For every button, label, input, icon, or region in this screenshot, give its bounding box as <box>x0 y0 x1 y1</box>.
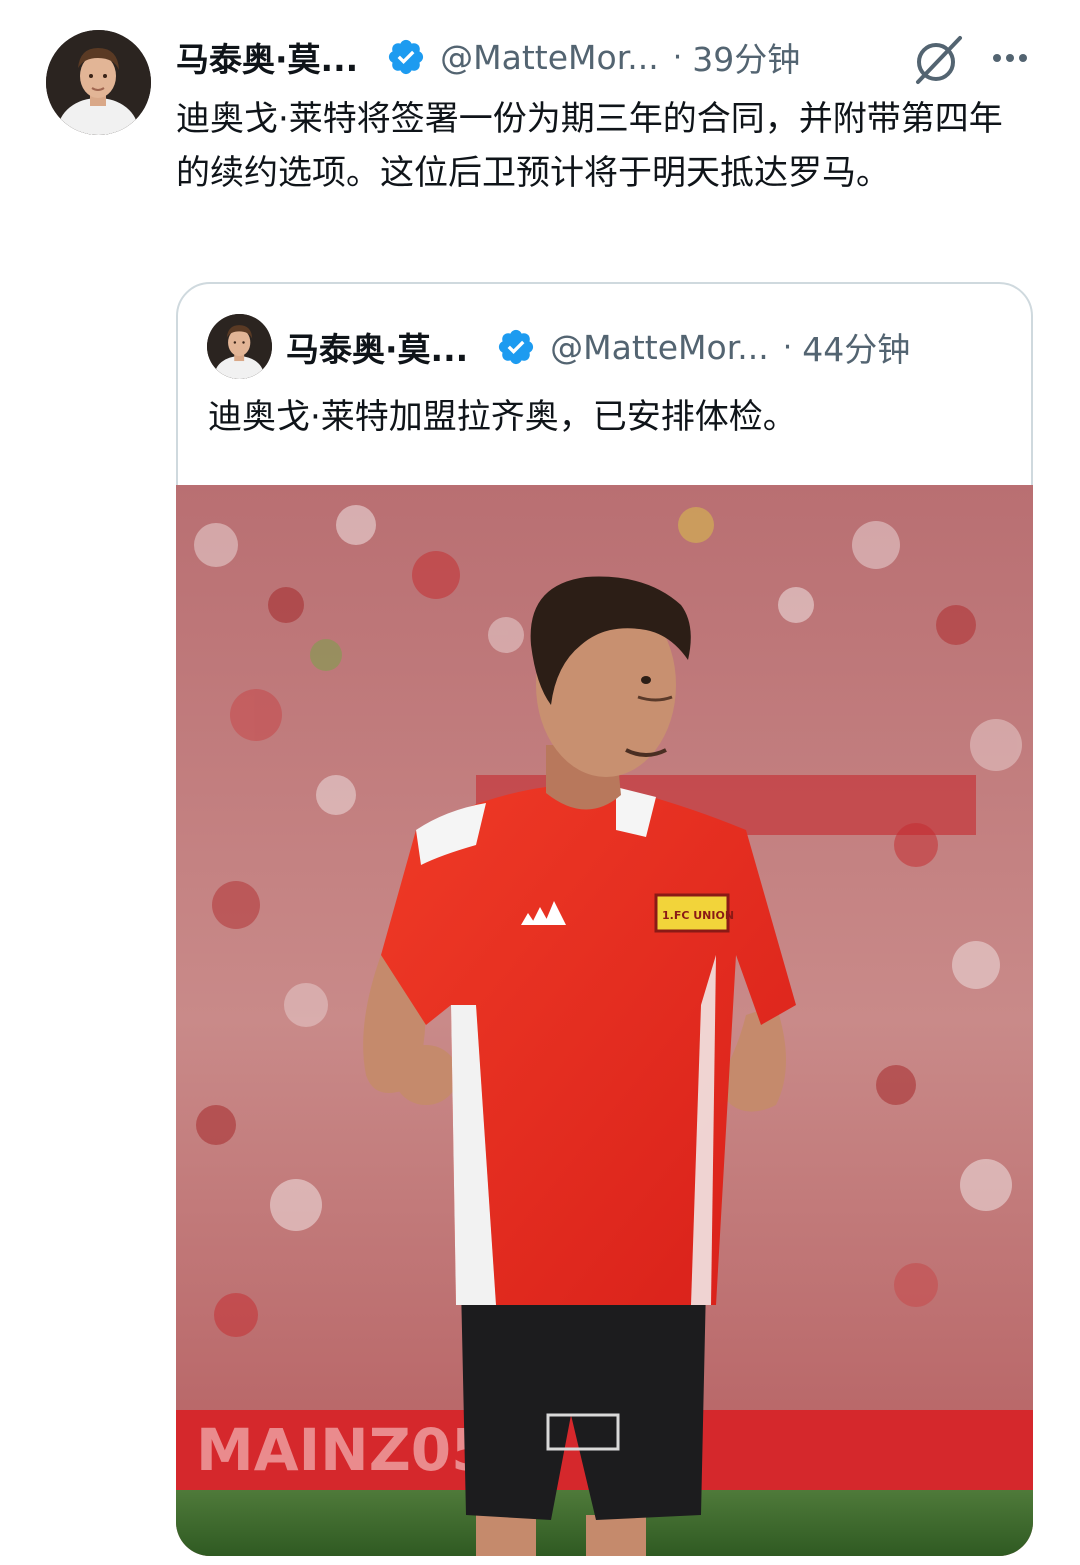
author-handle[interactable]: @MatteMor... <box>440 38 659 77</box>
tweet-text: 迪奥戈·莱特将签署一份为期三年的合同，并附带第四年的续约选项。这位后卫预计将于明… <box>176 99 1003 193</box>
quoted-tweet-header: 马泰奥·莫... @MatteMor... · 44分钟 <box>286 322 1026 372</box>
verified-badge-icon <box>386 37 426 77</box>
quoted-tweet-photo[interactable]: MAINZ05 1.FC UNION <box>176 485 1033 1556</box>
tweet[interactable]: 马泰奥·莫... @MatteMor... · 39分钟 迪奥戈·莱特将签署一份… <box>0 0 1080 1565</box>
crest-text: 1.FC UNION <box>662 909 734 922</box>
separator-dot: · <box>782 329 793 365</box>
ad-board-text: MAINZ05 <box>196 1416 492 1484</box>
dot-icon <box>1019 54 1027 62</box>
quoted-tweet-text: 迪奥戈·莱特加盟拉齐奥，已安排体检。 <box>208 397 797 437</box>
quoted-author-avatar[interactable] <box>207 314 272 379</box>
timestamp[interactable]: 39分钟 <box>692 33 800 81</box>
more-options-icon[interactable] <box>990 40 1030 76</box>
verified-badge-icon <box>496 327 536 367</box>
grok-icon[interactable] <box>910 32 966 88</box>
author-name[interactable]: 马泰奥·莫... <box>176 33 358 81</box>
quoted-author-handle[interactable]: @MatteMor... <box>550 328 769 367</box>
dot-icon <box>1006 54 1014 62</box>
separator-dot: · <box>672 39 683 75</box>
quoted-timestamp[interactable]: 44分钟 <box>802 323 910 371</box>
quoted-author-name[interactable]: 马泰奥·莫... <box>286 323 468 371</box>
author-avatar[interactable] <box>46 30 151 135</box>
dot-icon <box>993 54 1001 62</box>
